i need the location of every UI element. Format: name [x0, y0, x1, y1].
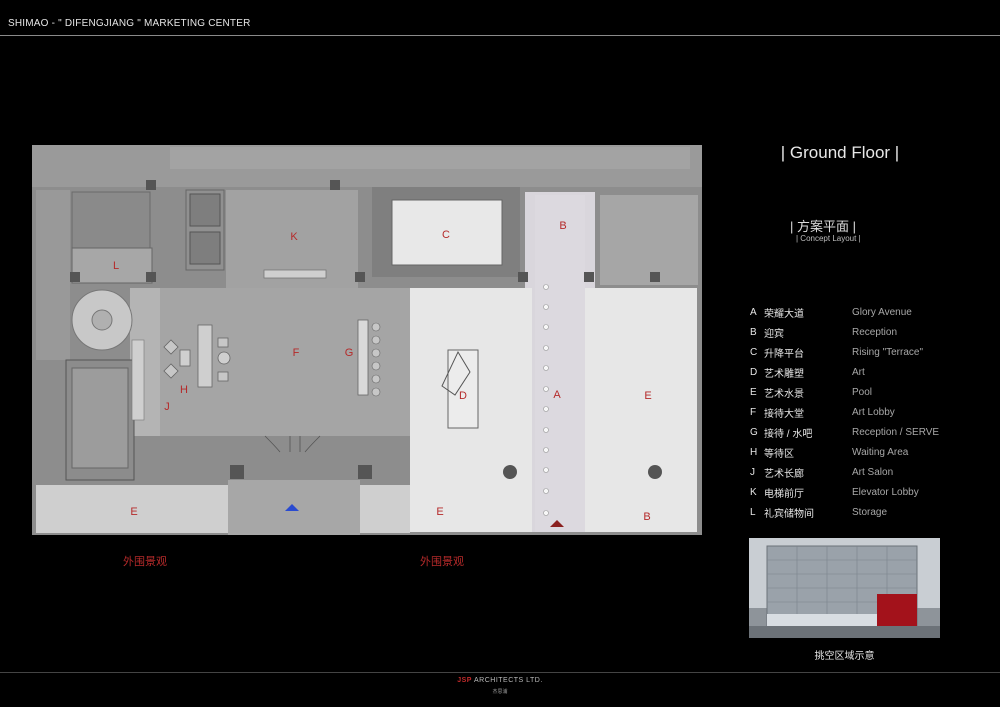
plan-glory-avenue [535, 195, 585, 532]
plan-label-l: L [113, 260, 119, 272]
footer-divider [0, 672, 1000, 673]
plan-top-strip-band [170, 147, 690, 169]
plan-column [230, 465, 244, 479]
plan-column [650, 272, 660, 282]
plan-landscape-label: 外围景观 [123, 555, 167, 568]
render-caption: 挑空区域示意 [814, 651, 875, 662]
plan-label-f: F [293, 347, 300, 359]
legend-item: B 迎宾 Reception [750, 326, 898, 340]
building-render-image [749, 538, 940, 638]
plan-sofa [197, 324, 213, 388]
plan-label-e: E [130, 506, 137, 518]
plan-column [358, 465, 372, 479]
plan-column [70, 272, 80, 282]
legend-item: E 艺术水景 Pool [750, 386, 873, 400]
plan-label-b: B [559, 220, 566, 232]
plan-spiral-core [91, 309, 113, 331]
firm-logo-cn: 杰思浦 [492, 689, 508, 695]
legend-item: H 等待区 Waiting Area [750, 447, 909, 461]
plan-table [179, 349, 191, 367]
plan-elevator-2 [189, 231, 221, 265]
plan-chair [217, 351, 231, 365]
plan-label-k: K [290, 231, 298, 243]
plan-elevator-1 [189, 193, 221, 227]
plan-side-room [600, 195, 698, 285]
plan-stair-flight [71, 367, 129, 469]
legend-item: F 接待大堂 Art Lobby [750, 407, 895, 421]
plan-reception-counter [357, 319, 369, 396]
plan-chair [217, 337, 229, 348]
legend-item: J 艺术长廊 Art Salon [750, 467, 894, 481]
plan-chair [217, 371, 229, 382]
plan-column [584, 272, 594, 282]
panel-subtitle-cn: | 方案平面 | [790, 219, 856, 234]
plan-label-d: D [459, 390, 467, 402]
plan-bottom-pool-right [360, 485, 410, 533]
plan-pool-right [585, 288, 697, 532]
plan-column [518, 272, 528, 282]
plan-water-feature [503, 465, 517, 479]
plan-label-a: A [553, 389, 561, 401]
plan-column [355, 272, 365, 282]
plan-label-e: E [436, 506, 443, 518]
plan-column [146, 180, 156, 190]
panel-title: | Ground Floor | [780, 143, 900, 162]
panel-subtitle-en: | Concept Layout | [796, 234, 861, 243]
legend-item: L 礼宾储物间 Storage [750, 507, 888, 521]
plan-gallery-wall [131, 339, 145, 421]
legend-item: K 电梯前厅 Elevator Lobby [750, 487, 919, 501]
plan-column [146, 272, 156, 282]
plan-art-sculpture [447, 349, 479, 429]
legend-item: C 升降平台 Rising "Terrace" [750, 346, 924, 360]
plan-label-g: G [345, 347, 354, 359]
plan-column [330, 180, 340, 190]
plan-label-b: B [643, 511, 650, 523]
plan-label-h: H [180, 384, 188, 396]
plan-label-e: E [644, 390, 651, 402]
legend-item: G 接待 / 水吧 Reception / SERVE [750, 427, 940, 441]
plan-left-wing [36, 190, 70, 360]
legend-item: D 艺术雕塑 Art [750, 366, 865, 380]
plan-water-feature [648, 465, 662, 479]
plan-label-c: C [442, 229, 450, 241]
legend: A 荣耀大道 Glory Avenue B 迎宾 Reception C 升降平台 Risi… [750, 302, 970, 523]
plan-landscape-label: 外围景观 [420, 555, 464, 568]
legend-item: A 荣耀大道 Glory Avenue [750, 306, 912, 320]
plan-label-j: J [164, 401, 170, 413]
plan-lobby-bench [263, 269, 327, 279]
firm-logo: JSP ARCHITECTS LTD. [457, 677, 543, 684]
